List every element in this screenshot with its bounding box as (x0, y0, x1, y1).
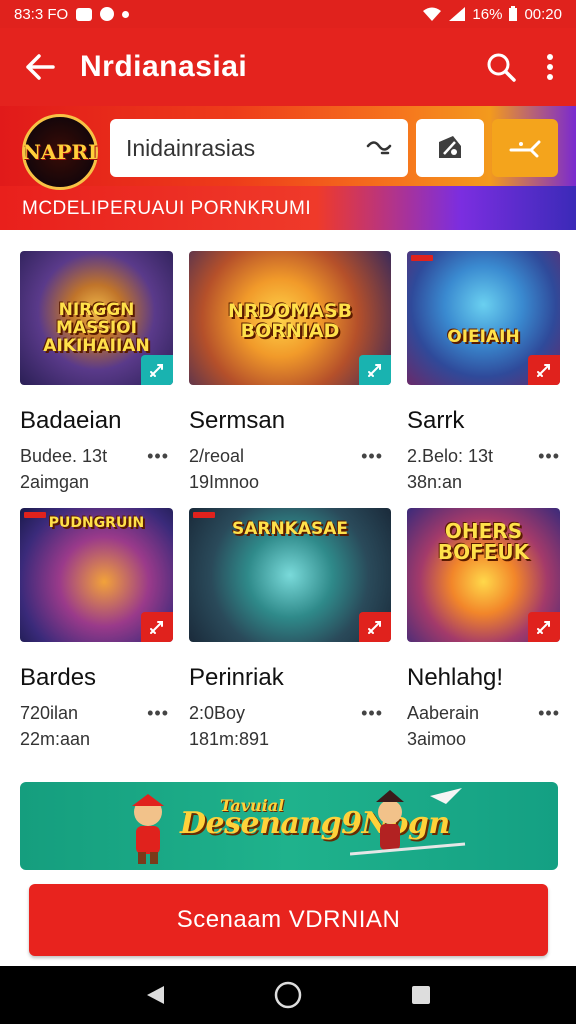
game-card[interactable]: OIEIAIH Sarrk 2.Belo: 13t 38n:an ••• (407, 251, 560, 495)
signal-icon (449, 7, 466, 21)
more-options-button[interactable]: ••• (538, 700, 560, 726)
more-options-button[interactable]: ••• (361, 700, 383, 726)
game-title: Sermsan (189, 407, 286, 434)
character-left-icon (132, 794, 164, 864)
game-corner-tag (193, 512, 215, 518)
game-meta-line2: 181m:891 (189, 729, 270, 749)
more-options-button[interactable]: ••• (538, 443, 560, 469)
game-card[interactable]: PUDNGRUIN Bardes 720ilan 22m:aan ••• (20, 508, 173, 752)
battery-icon (509, 6, 518, 21)
more-options-button[interactable]: ••• (147, 443, 169, 469)
game-thumbnail[interactable]: OIEIAIH (407, 251, 560, 385)
primary-cta-button[interactable]: Scenaam VDRNIAN (29, 884, 548, 956)
more-options-button[interactable]: ••• (361, 443, 383, 469)
game-meta-line2: 3aimoo (407, 729, 467, 749)
promo-banner[interactable]: Tavuial Desenang9Nogn (20, 782, 558, 870)
game-meta-line1: Aaberain (407, 703, 480, 723)
game-title: Perinriak (189, 664, 284, 691)
game-meta-line2: 22m:aan (20, 729, 91, 749)
battery-percent: 16% (472, 5, 503, 23)
game-title: Sarrk (407, 407, 465, 434)
game-title: Nehlahg! (407, 664, 504, 691)
header-banner: NAPRI Inidainrasias MCDELIPERUAUI PORNKR… (0, 106, 576, 230)
wifi-icon (423, 7, 442, 21)
link-icon[interactable] (366, 140, 392, 156)
game-meta: Budee. 13t 2aimgan ••• (20, 443, 173, 495)
game-meta-line1: 2.Belo: 13t (407, 446, 494, 466)
page-title: Nrdianasiai (80, 50, 248, 83)
game-meta: 720ilan 22m:aan ••• (20, 700, 173, 752)
search-input-value: Inidainrasias (126, 134, 256, 161)
game-meta: 2:0Boy 181m:891 ••• (189, 700, 391, 752)
game-badge[interactable] (359, 612, 391, 642)
action-button[interactable] (492, 119, 558, 177)
game-art-title: NRDOMASB BORNIAD (227, 299, 353, 342)
game-card[interactable]: NRDOMASB BORNIAD Sermsan 2/reoal 19Imnoo… (189, 251, 391, 495)
back-button[interactable] (0, 28, 80, 106)
system-nav-bar (0, 966, 576, 1024)
app-bar: Nrdianasiai (0, 28, 576, 106)
game-badge[interactable] (528, 612, 560, 642)
dot-icon (122, 10, 130, 18)
game-thumbnail[interactable]: NRDOMASB BORNIAD (189, 251, 391, 385)
game-art-title: SARNKASAE (231, 519, 349, 540)
game-thumbnail[interactable]: PUDNGRUIN (20, 508, 173, 642)
game-title: Bardes (20, 664, 97, 691)
sword-icon (537, 364, 550, 377)
game-art-title: PUDNGRUIN (48, 515, 145, 532)
game-meta: 2/reoal 19Imnoo ••• (189, 443, 391, 495)
banner-tagline: MCDELIPERUAUI PORNKRUMI (22, 198, 312, 219)
nav-recents-icon[interactable] (410, 984, 432, 1006)
sword-icon (537, 621, 550, 634)
game-card[interactable]: OHERS BOFEUK Nehlahg! Aaberain 3aimoo ••… (407, 508, 560, 752)
game-thumbnail[interactable]: SARNKASAE (189, 508, 391, 642)
game-thumbnail[interactable]: NIRGGN MASSIOI AIKIHAIIAN (20, 251, 173, 385)
sword-icon (150, 621, 163, 634)
arrow-left-icon (26, 54, 55, 80)
game-art-title: OIEIAIH (447, 326, 520, 347)
game-art-title: OHERS BOFEUK (437, 519, 530, 565)
nav-home-icon[interactable] (274, 981, 302, 1009)
chat-icon (100, 7, 115, 21)
status-clock: 00:20 (524, 5, 562, 23)
more-vert-icon[interactable] (546, 53, 554, 81)
game-meta-line2: 2aimgan (20, 472, 90, 492)
branch-icon (509, 140, 541, 158)
sword-icon (368, 364, 381, 377)
game-card[interactable]: NIRGGN MASSIOI AIKIHAIIAN Badaeian Budee… (20, 251, 173, 495)
game-meta: 2.Belo: 13t 38n:an ••• (407, 443, 560, 495)
game-corner-tag (411, 255, 433, 261)
game-meta: Aaberain 3aimoo ••• (407, 700, 560, 752)
game-meta-line2: 19Imnoo (189, 472, 260, 492)
status-bar: 83:3 FO 16% 00:20 (0, 0, 576, 28)
game-badge[interactable] (141, 612, 173, 642)
game-meta-line2: 38n:an (407, 472, 463, 492)
search-icon[interactable] (486, 52, 516, 82)
tag-icon (439, 136, 461, 158)
game-badge[interactable] (141, 355, 173, 385)
nav-back-icon[interactable] (144, 984, 166, 1006)
game-thumbnail[interactable]: OHERS BOFEUK (407, 508, 560, 642)
character-right-icon (350, 788, 466, 856)
sword-icon (368, 621, 381, 634)
app-logo: NAPRI (22, 114, 98, 190)
search-input[interactable]: Inidainrasias (110, 119, 408, 177)
game-badge[interactable] (528, 355, 560, 385)
game-badge[interactable] (359, 355, 391, 385)
sword-icon (150, 364, 163, 377)
game-art-title: NIRGGN MASSIOI AIKIHAIIAN (43, 299, 150, 356)
game-title: Badaeian (20, 407, 122, 434)
notification-icon (76, 7, 93, 21)
filter-button[interactable] (416, 119, 484, 177)
more-options-button[interactable]: ••• (147, 700, 169, 726)
status-time: 83:3 FO (14, 5, 69, 23)
game-card[interactable]: SARNKASAE Perinriak 2:0Boy 181m:891 ••• (189, 508, 391, 752)
